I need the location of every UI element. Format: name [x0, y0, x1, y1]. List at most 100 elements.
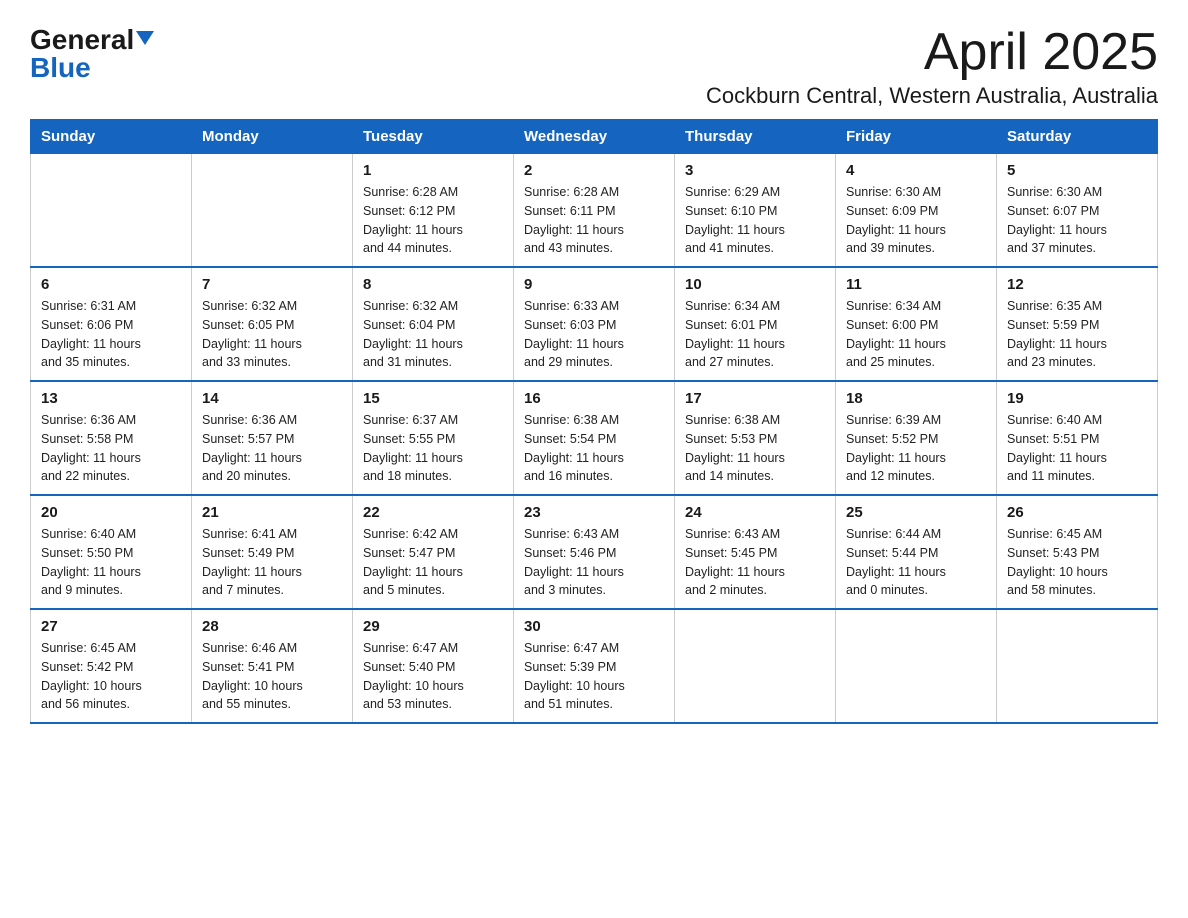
table-row	[997, 609, 1158, 723]
table-row: 11 Sunrise: 6:34 AMSunset: 6:00 PMDayligh…	[836, 267, 997, 381]
table-row: 9 Sunrise: 6:33 AMSunset: 6:03 PMDaylight…	[514, 267, 675, 381]
table-row	[675, 609, 836, 723]
table-row: 13 Sunrise: 6:36 AMSunset: 5:58 PMDayligh…	[31, 381, 192, 495]
table-row: 1 Sunrise: 6:28 AMSunset: 6:12 PMDaylight…	[353, 154, 514, 268]
month-title: April 2025	[706, 24, 1158, 81]
day-number: 30	[524, 618, 664, 635]
day-number: 27	[41, 618, 181, 635]
day-info: Sunrise: 6:47 AMSunset: 5:40 PMDaylight:…	[363, 639, 503, 714]
day-number: 14	[202, 390, 342, 407]
day-number: 8	[363, 276, 503, 293]
table-row: 27 Sunrise: 6:45 AMSunset: 5:42 PMDayligh…	[31, 609, 192, 723]
day-info: Sunrise: 6:32 AMSunset: 6:04 PMDaylight:…	[363, 297, 503, 372]
table-row: 24 Sunrise: 6:43 AMSunset: 5:45 PMDayligh…	[675, 495, 836, 609]
calendar-week-row: 27 Sunrise: 6:45 AMSunset: 5:42 PMDayligh…	[31, 609, 1158, 723]
day-info: Sunrise: 6:46 AMSunset: 5:41 PMDaylight:…	[202, 639, 342, 714]
header-friday: Friday	[836, 120, 997, 154]
day-info: Sunrise: 6:42 AMSunset: 5:47 PMDaylight:…	[363, 525, 503, 600]
table-row: 30 Sunrise: 6:47 AMSunset: 5:39 PMDayligh…	[514, 609, 675, 723]
calendar-header-row: Sunday Monday Tuesday Wednesday Thursday…	[31, 120, 1158, 154]
day-info: Sunrise: 6:36 AMSunset: 5:57 PMDaylight:…	[202, 411, 342, 486]
header-monday: Monday	[192, 120, 353, 154]
table-row: 20 Sunrise: 6:40 AMSunset: 5:50 PMDayligh…	[31, 495, 192, 609]
day-info: Sunrise: 6:35 AMSunset: 5:59 PMDaylight:…	[1007, 297, 1147, 372]
table-row: 6 Sunrise: 6:31 AMSunset: 6:06 PMDaylight…	[31, 267, 192, 381]
day-info: Sunrise: 6:43 AMSunset: 5:45 PMDaylight:…	[685, 525, 825, 600]
calendar-week-row: 20 Sunrise: 6:40 AMSunset: 5:50 PMDayligh…	[31, 495, 1158, 609]
day-number: 22	[363, 504, 503, 521]
day-number: 29	[363, 618, 503, 635]
day-number: 9	[524, 276, 664, 293]
day-info: Sunrise: 6:45 AMSunset: 5:42 PMDaylight:…	[41, 639, 181, 714]
table-row: 26 Sunrise: 6:45 AMSunset: 5:43 PMDayligh…	[997, 495, 1158, 609]
day-info: Sunrise: 6:45 AMSunset: 5:43 PMDaylight:…	[1007, 525, 1147, 600]
table-row: 14 Sunrise: 6:36 AMSunset: 5:57 PMDayligh…	[192, 381, 353, 495]
header-sunday: Sunday	[31, 120, 192, 154]
table-row: 21 Sunrise: 6:41 AMSunset: 5:49 PMDayligh…	[192, 495, 353, 609]
day-number: 5	[1007, 162, 1147, 179]
logo-blue-text: Blue	[30, 52, 91, 84]
day-info: Sunrise: 6:34 AMSunset: 6:01 PMDaylight:…	[685, 297, 825, 372]
header-wednesday: Wednesday	[514, 120, 675, 154]
day-info: Sunrise: 6:44 AMSunset: 5:44 PMDaylight:…	[846, 525, 986, 600]
table-row: 12 Sunrise: 6:35 AMSunset: 5:59 PMDayligh…	[997, 267, 1158, 381]
day-number: 6	[41, 276, 181, 293]
day-info: Sunrise: 6:28 AMSunset: 6:11 PMDaylight:…	[524, 183, 664, 258]
day-number: 23	[524, 504, 664, 521]
table-row	[31, 154, 192, 268]
day-info: Sunrise: 6:47 AMSunset: 5:39 PMDaylight:…	[524, 639, 664, 714]
day-number: 17	[685, 390, 825, 407]
day-number: 10	[685, 276, 825, 293]
day-info: Sunrise: 6:40 AMSunset: 5:50 PMDaylight:…	[41, 525, 181, 600]
day-number: 19	[1007, 390, 1147, 407]
day-info: Sunrise: 6:37 AMSunset: 5:55 PMDaylight:…	[363, 411, 503, 486]
header-saturday: Saturday	[997, 120, 1158, 154]
table-row: 15 Sunrise: 6:37 AMSunset: 5:55 PMDayligh…	[353, 381, 514, 495]
day-number: 26	[1007, 504, 1147, 521]
day-number: 13	[41, 390, 181, 407]
day-info: Sunrise: 6:33 AMSunset: 6:03 PMDaylight:…	[524, 297, 664, 372]
day-number: 1	[363, 162, 503, 179]
day-number: 2	[524, 162, 664, 179]
table-row: 22 Sunrise: 6:42 AMSunset: 5:47 PMDayligh…	[353, 495, 514, 609]
table-row: 4 Sunrise: 6:30 AMSunset: 6:09 PMDaylight…	[836, 154, 997, 268]
location-title: Cockburn Central, Western Australia, Aus…	[706, 83, 1158, 109]
day-info: Sunrise: 6:29 AMSunset: 6:10 PMDaylight:…	[685, 183, 825, 258]
day-number: 21	[202, 504, 342, 521]
day-number: 24	[685, 504, 825, 521]
day-info: Sunrise: 6:40 AMSunset: 5:51 PMDaylight:…	[1007, 411, 1147, 486]
calendar-week-row: 6 Sunrise: 6:31 AMSunset: 6:06 PMDaylight…	[31, 267, 1158, 381]
day-number: 11	[846, 276, 986, 293]
day-number: 20	[41, 504, 181, 521]
day-info: Sunrise: 6:31 AMSunset: 6:06 PMDaylight:…	[41, 297, 181, 372]
day-number: 3	[685, 162, 825, 179]
logo-triangle-icon	[136, 31, 154, 45]
header-tuesday: Tuesday	[353, 120, 514, 154]
day-number: 16	[524, 390, 664, 407]
table-row: 18Sunrise: 6:39 AMSunset: 5:52 PMDayligh…	[836, 381, 997, 495]
day-info: Sunrise: 6:38 AMSunset: 5:53 PMDaylight:…	[685, 411, 825, 486]
table-row: 23 Sunrise: 6:43 AMSunset: 5:46 PMDayligh…	[514, 495, 675, 609]
day-info: Sunrise: 6:41 AMSunset: 5:49 PMDaylight:…	[202, 525, 342, 600]
day-info: Sunrise: 6:28 AMSunset: 6:12 PMDaylight:…	[363, 183, 503, 258]
day-info: Sunrise: 6:32 AMSunset: 6:05 PMDaylight:…	[202, 297, 342, 372]
table-row	[192, 154, 353, 268]
table-row: 19 Sunrise: 6:40 AMSunset: 5:51 PMDayligh…	[997, 381, 1158, 495]
table-row: 3 Sunrise: 6:29 AMSunset: 6:10 PMDaylight…	[675, 154, 836, 268]
day-number: 12	[1007, 276, 1147, 293]
day-info: Sunrise: 6:30 AMSunset: 6:07 PMDaylight:…	[1007, 183, 1147, 258]
day-info: Sunrise: 6:38 AMSunset: 5:54 PMDaylight:…	[524, 411, 664, 486]
table-row: 5 Sunrise: 6:30 AMSunset: 6:07 PMDaylight…	[997, 154, 1158, 268]
day-info: Sunrise: 6:43 AMSunset: 5:46 PMDaylight:…	[524, 525, 664, 600]
day-info: Sunrise: 6:30 AMSunset: 6:09 PMDaylight:…	[846, 183, 986, 258]
table-row: 28 Sunrise: 6:46 AMSunset: 5:41 PMDayligh…	[192, 609, 353, 723]
table-row: 16 Sunrise: 6:38 AMSunset: 5:54 PMDayligh…	[514, 381, 675, 495]
day-info: Sunrise: 6:34 AMSunset: 6:00 PMDaylight:…	[846, 297, 986, 372]
table-row: 17 Sunrise: 6:38 AMSunset: 5:53 PMDayligh…	[675, 381, 836, 495]
table-row	[836, 609, 997, 723]
table-row: 8 Sunrise: 6:32 AMSunset: 6:04 PMDaylight…	[353, 267, 514, 381]
day-number: 15	[363, 390, 503, 407]
day-number: 4	[846, 162, 986, 179]
day-number: 28	[202, 618, 342, 635]
day-info: Sunrise: 6:36 AMSunset: 5:58 PMDaylight:…	[41, 411, 181, 486]
